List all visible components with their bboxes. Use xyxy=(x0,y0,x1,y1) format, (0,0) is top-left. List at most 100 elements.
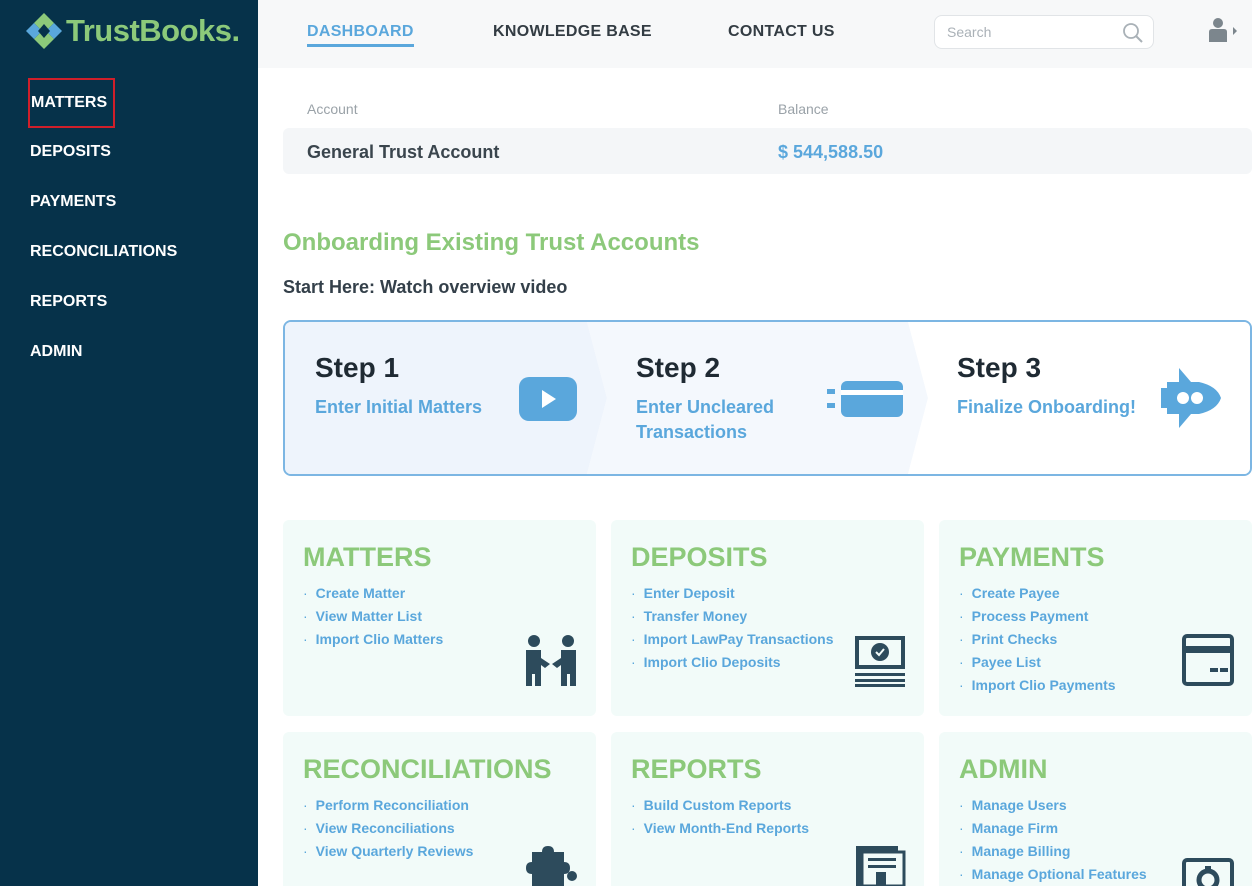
puzzle-icon xyxy=(526,846,577,886)
user-icon xyxy=(1209,18,1227,42)
card-links: · Perform Reconciliation · View Reconcilia… xyxy=(303,796,473,865)
bullet: · xyxy=(631,631,636,647)
step-1[interactable]: Step 1 Enter Initial Matters xyxy=(285,322,595,474)
link-build-custom-reports[interactable]: · Build Custom Reports xyxy=(631,796,809,819)
bullet: · xyxy=(303,797,308,813)
sidebar-item-reports[interactable]: REPORTS xyxy=(0,278,258,328)
step-description: Finalize Onboarding! xyxy=(957,397,1136,417)
onboarding-steps: Step 1 Enter Initial Matters Step 2 Ente… xyxy=(283,320,1252,476)
step-2[interactable]: Step 2 Enter Uncleared Transactions xyxy=(607,322,917,474)
link-label: Payee List xyxy=(971,654,1041,670)
bullet: · xyxy=(959,843,964,859)
sidebar-item-label: ADMIN xyxy=(30,343,83,360)
sidebar-item-label: MATTERS xyxy=(28,78,115,128)
bullet: · xyxy=(631,654,636,670)
bullet: · xyxy=(303,585,308,601)
step-description-line1: Enter Uncleared xyxy=(636,397,775,417)
account-column-header: Account xyxy=(307,101,358,117)
logo[interactable]: TrustBooks. xyxy=(25,12,240,50)
bullet: · xyxy=(631,820,636,836)
bullet: · xyxy=(303,608,308,624)
payments-card: PAYMENTS · Create Payee · Process Payment … xyxy=(939,520,1252,716)
side-nav: MATTERS DEPOSITS PAYMENTS RECONCILIATION… xyxy=(0,78,258,378)
deposits-card: DEPOSITS · Enter Deposit · Transfer Money … xyxy=(611,520,924,716)
caret-right-icon xyxy=(1233,27,1237,35)
link-label: Transfer Money xyxy=(643,608,748,624)
link-create-payee[interactable]: · Create Payee xyxy=(959,584,1116,607)
bullet: · xyxy=(959,585,964,601)
link-process-payment[interactable]: · Process Payment xyxy=(959,607,1116,630)
search-input[interactable] xyxy=(947,24,1117,40)
link-view-quarterly-reviews[interactable]: · View Quarterly Reviews xyxy=(303,842,473,865)
link-import-clio-deposits[interactable]: · Import Clio Deposits xyxy=(631,653,834,676)
table-row[interactable]: General Trust Account $ 544,588.50 xyxy=(283,128,1252,174)
sidebar-item-label: DEPOSITS xyxy=(30,143,111,160)
sidebar-item-reconciliations[interactable]: RECONCILIATIONS xyxy=(0,228,258,278)
link-label: View Reconciliations xyxy=(315,820,455,836)
matters-card: MATTERS · Create Matter · View Matter List… xyxy=(283,520,596,716)
link-manage-users[interactable]: · Manage Users xyxy=(959,796,1147,819)
link-view-month-end-reports[interactable]: · View Month-End Reports xyxy=(631,819,809,842)
link-print-checks[interactable]: · Print Checks xyxy=(959,630,1116,653)
card-links: · Enter Deposit · Transfer Money · Import L… xyxy=(631,584,834,676)
user-menu[interactable] xyxy=(1208,17,1239,43)
card-title[interactable]: ADMIN xyxy=(959,754,1048,785)
link-import-lawpay-transactions[interactable]: · Import LawPay Transactions xyxy=(631,630,834,653)
link-enter-deposit[interactable]: · Enter Deposit xyxy=(631,584,834,607)
link-create-matter[interactable]: · Create Matter xyxy=(303,584,443,607)
card-title[interactable]: MATTERS xyxy=(303,542,432,573)
step-description: Enter Initial Matters xyxy=(315,397,483,417)
card-title[interactable]: RECONCILIATIONS xyxy=(303,754,552,785)
balance-column-header: Balance xyxy=(778,101,829,117)
overview-video-link[interactable]: Start Here: Watch overview video xyxy=(283,277,567,298)
sidebar-item-payments[interactable]: PAYMENTS xyxy=(0,178,258,228)
link-label: Create Matter xyxy=(315,585,406,601)
link-import-clio-payments[interactable]: · Import Clio Payments xyxy=(959,676,1116,699)
link-view-reconciliations[interactable]: · View Reconciliations xyxy=(303,819,473,842)
link-manage-firm[interactable]: · Manage Firm xyxy=(959,819,1147,842)
link-import-clio-matters[interactable]: · Import Clio Matters xyxy=(303,630,443,653)
sidebar-item-matters[interactable]: MATTERS xyxy=(0,78,258,128)
link-label: View Quarterly Reviews xyxy=(315,843,474,859)
link-manage-billing[interactable]: · Manage Billing xyxy=(959,842,1147,865)
link-label: Build Custom Reports xyxy=(643,797,792,813)
search-box xyxy=(934,15,1154,49)
link-label: Import Clio Matters xyxy=(315,631,444,647)
link-label: Perform Reconciliation xyxy=(315,797,469,813)
link-label: Manage Users xyxy=(971,797,1067,813)
bullet: · xyxy=(959,866,964,882)
link-label: Print Checks xyxy=(971,631,1058,647)
link-transfer-money[interactable]: · Transfer Money xyxy=(631,607,834,630)
nav-dashboard[interactable]: DASHBOARD xyxy=(307,23,414,47)
link-label: Manage Billing xyxy=(971,843,1071,859)
link-manage-optional-features[interactable]: · Manage Optional Features xyxy=(959,865,1147,886)
bullet: · xyxy=(631,608,636,624)
bullet: · xyxy=(959,631,964,647)
step-title: Step 2 xyxy=(636,352,721,383)
step-3[interactable]: Step 3 Finalize Onboarding! xyxy=(928,322,1250,474)
bullet: · xyxy=(959,608,964,624)
nav-knowledge-base[interactable]: KNOWLEDGE BASE xyxy=(493,23,652,41)
sidebar-item-label: REPORTS xyxy=(30,293,108,310)
card-links: · Create Payee · Process Payment · Print Ch… xyxy=(959,584,1116,699)
bullet: · xyxy=(959,820,964,836)
card-title[interactable]: PAYMENTS xyxy=(959,542,1105,573)
link-label: Import Clio Payments xyxy=(971,677,1116,693)
sidebar-item-deposits[interactable]: DEPOSITS xyxy=(0,128,258,178)
search-icon[interactable] xyxy=(1122,22,1144,44)
link-view-matter-list[interactable]: · View Matter List xyxy=(303,607,443,630)
step-title: Step 3 xyxy=(957,352,1042,383)
link-label: View Matter List xyxy=(315,608,422,624)
onboarding-title: Onboarding Existing Trust Accounts xyxy=(283,229,700,256)
link-perform-reconciliation[interactable]: · Perform Reconciliation xyxy=(303,796,473,819)
card-title[interactable]: REPORTS xyxy=(631,754,762,785)
card-title[interactable]: DEPOSITS xyxy=(631,542,768,573)
link-label: Manage Firm xyxy=(971,820,1059,836)
link-label: View Month-End Reports xyxy=(643,820,810,836)
logo-text: TrustBooks xyxy=(66,13,232,48)
link-payee-list[interactable]: · Payee List xyxy=(959,653,1116,676)
nav-contact-us[interactable]: CONTACT US xyxy=(728,23,835,41)
sidebar-item-admin[interactable]: ADMIN xyxy=(0,328,258,378)
bullet: · xyxy=(303,631,308,647)
bullet: · xyxy=(959,797,964,813)
